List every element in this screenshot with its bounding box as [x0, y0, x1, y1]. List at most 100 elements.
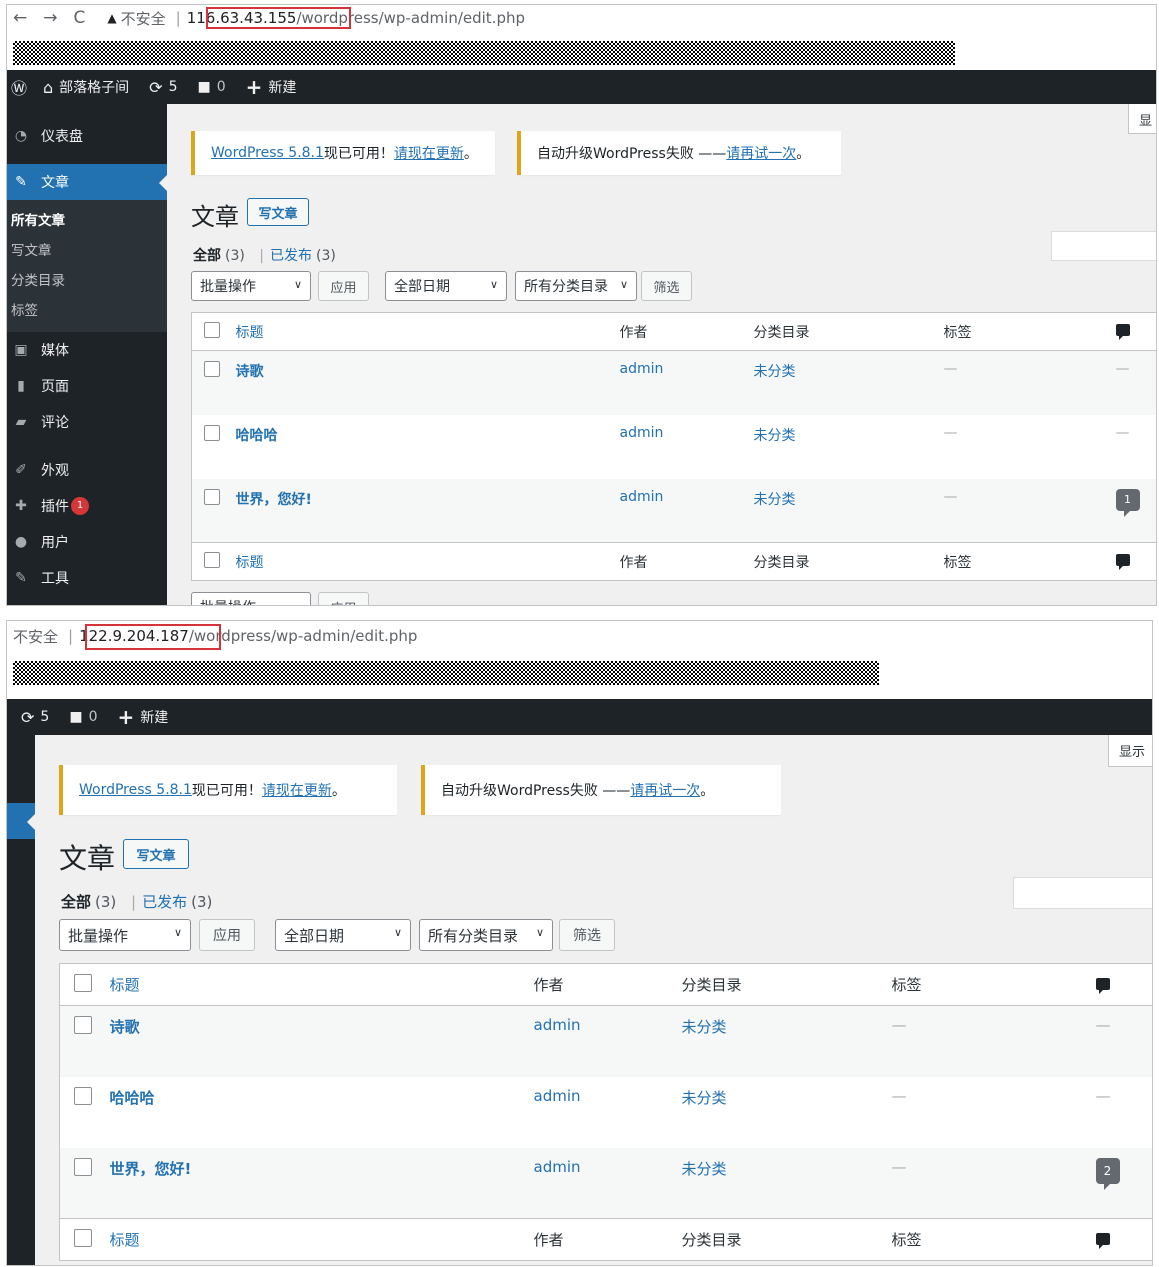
- menu-users[interactable]: ● 用户: [7, 524, 167, 560]
- menu-comments[interactable]: ▰ 评论: [7, 404, 167, 440]
- main-content: 显示 WordPress 5.8.1 现已可用！ 请现在更新 。 自动升级Wor…: [35, 735, 1152, 1265]
- comments-link[interactable]: ■ 0: [198, 79, 226, 95]
- wordpress-logo-icon[interactable]: Ⓦ: [11, 75, 27, 99]
- menu-dashboard[interactable]: ◔ 仪表盘: [7, 118, 167, 154]
- col-title-footer[interactable]: 标题: [110, 1231, 140, 1249]
- add-new-post-button[interactable]: 写文章: [247, 198, 309, 226]
- apply-button[interactable]: 应用: [318, 271, 369, 301]
- menu-posts[interactable]: ✎ 文章: [7, 164, 167, 200]
- post-title-link[interactable]: 诗歌: [236, 364, 264, 380]
- new-content-link[interactable]: + 新建: [117, 705, 168, 729]
- security-indicator[interactable]: ▲ 不安全 |: [107, 8, 186, 29]
- col-tags: 标签: [891, 976, 922, 994]
- retry-link[interactable]: 请再试一次: [726, 143, 796, 163]
- category-filter-select[interactable]: 所有分类目录 ∨: [419, 919, 553, 951]
- row-checkbox[interactable]: [204, 488, 220, 505]
- apply-button[interactable]: 应用: [199, 919, 255, 951]
- add-new-post-button[interactable]: 写文章: [123, 839, 189, 869]
- submenu-tags[interactable]: 标签: [7, 296, 167, 326]
- post-title-link[interactable]: 世界，您好!: [110, 1160, 192, 1178]
- comments-link[interactable]: ■ 0: [69, 709, 97, 725]
- filter-button[interactable]: 筛选: [559, 919, 615, 951]
- submenu-categories[interactable]: 分类目录: [7, 266, 167, 296]
- reload-icon[interactable]: C: [74, 8, 86, 28]
- row-checkbox[interactable]: [74, 1086, 92, 1105]
- back-arrow-icon[interactable]: ←: [13, 8, 27, 28]
- menu-media[interactable]: ▣ 媒体: [7, 332, 167, 368]
- post-author-link[interactable]: admin: [620, 361, 664, 377]
- search-posts-input[interactable]: [1051, 231, 1156, 261]
- post-category-link[interactable]: 未分类: [754, 492, 796, 508]
- submenu-all-posts[interactable]: 所有文章: [7, 206, 167, 236]
- table-row: 世界，您好! admin 未分类 — 1: [191, 478, 1156, 543]
- menu-plugins[interactable]: ✚ 插件 1: [7, 488, 167, 524]
- menu-appearance[interactable]: ✐ 外观: [7, 452, 167, 488]
- row-checkbox[interactable]: [74, 1157, 92, 1176]
- filter-all[interactable]: 全部: [193, 248, 221, 264]
- post-author-link[interactable]: admin: [534, 1158, 581, 1176]
- col-title-footer[interactable]: 标题: [236, 555, 264, 571]
- post-category-link[interactable]: 未分类: [754, 364, 796, 380]
- new-content-link[interactable]: + 新建: [246, 75, 297, 99]
- post-title-link[interactable]: 哈哈哈: [236, 428, 278, 444]
- comment-bubble-icon: ■: [197, 79, 211, 95]
- updates-link[interactable]: ⟳ 5: [21, 708, 49, 727]
- comment-count-bubble[interactable]: 2: [1095, 1157, 1120, 1190]
- bulk-action-select[interactable]: 批量操作 ∨: [191, 271, 311, 301]
- post-author-link[interactable]: admin: [534, 1087, 581, 1105]
- menu-posts-current[interactable]: [7, 803, 35, 839]
- row-checkbox[interactable]: [204, 361, 220, 377]
- browser-address-bar[interactable]: ← → C ▲ 不安全 | 116.63.43.155 /wordpress/w…: [7, 5, 1156, 31]
- comment-count-bubble[interactable]: 1: [1115, 488, 1140, 517]
- category-filter-select[interactable]: 所有分类目录 ∨: [515, 271, 637, 301]
- screen-options-tab[interactable]: 显示: [1108, 735, 1152, 767]
- filter-button[interactable]: 筛选: [641, 271, 692, 301]
- post-title-link[interactable]: 诗歌: [110, 1018, 140, 1036]
- bulk-action-select-bottom[interactable]: 批量操作: [191, 592, 311, 605]
- filter-all[interactable]: 全部: [61, 893, 91, 911]
- row-checkbox[interactable]: [204, 424, 220, 441]
- select-all-checkbox[interactable]: [74, 973, 92, 992]
- select-all-checkbox-bottom[interactable]: [74, 1228, 92, 1247]
- page-title: 文章: [191, 203, 239, 231]
- screen-options-tab[interactable]: 显: [1128, 104, 1156, 134]
- updates-link[interactable]: ⟳ 5: [149, 78, 177, 97]
- select-all-checkbox-bottom[interactable]: [204, 551, 220, 568]
- site-name-link[interactable]: ⌂ 部落格子间: [43, 77, 129, 97]
- submenu-add-new[interactable]: 写文章: [7, 236, 167, 266]
- new-label: 新建: [268, 80, 297, 96]
- post-category-link[interactable]: 未分类: [682, 1018, 727, 1036]
- post-title-link[interactable]: 哈哈哈: [110, 1089, 155, 1107]
- bulk-action-select[interactable]: 批量操作 ∨: [59, 919, 191, 951]
- post-title-link[interactable]: 世界，您好!: [236, 492, 312, 508]
- browser-address-bar[interactable]: 不安全 | 122.9.204.187 /wordpress/wp-admin/…: [7, 623, 1152, 649]
- security-indicator[interactable]: 不安全 |: [13, 626, 79, 647]
- col-title[interactable]: 标题: [236, 325, 264, 341]
- wp-version-link[interactable]: WordPress 5.8.1: [79, 782, 192, 798]
- update-now-link[interactable]: 请现在更新: [394, 143, 464, 163]
- retry-link[interactable]: 请再试一次: [630, 780, 700, 800]
- date-filter-select[interactable]: 全部日期 ∨: [385, 271, 507, 301]
- search-posts-input[interactable]: [1013, 877, 1152, 909]
- wp-version-link[interactable]: WordPress 5.8.1: [211, 145, 324, 161]
- comment-bubble-icon: ■: [69, 709, 83, 725]
- apply-button-bottom[interactable]: 应用: [318, 592, 369, 605]
- select-all-checkbox[interactable]: [204, 321, 220, 338]
- post-category-link[interactable]: 未分类: [754, 428, 796, 444]
- post-category-link[interactable]: 未分类: [682, 1160, 727, 1178]
- update-now-link[interactable]: 请现在更新: [262, 780, 332, 800]
- post-category-link[interactable]: 未分类: [682, 1089, 727, 1107]
- date-filter-select[interactable]: 全部日期 ∨: [275, 919, 411, 951]
- row-checkbox[interactable]: [74, 1016, 92, 1034]
- col-title[interactable]: 标题: [110, 976, 140, 994]
- post-author-link[interactable]: admin: [534, 1016, 581, 1034]
- posts-submenu: 所有文章 写文章 分类目录 标签: [7, 200, 167, 332]
- menu-tools[interactable]: ✎ 工具: [7, 560, 167, 596]
- forward-arrow-icon[interactable]: →: [43, 8, 57, 28]
- post-author-link[interactable]: admin: [620, 425, 664, 441]
- menu-pages[interactable]: ▮ 页面: [7, 368, 167, 404]
- filter-published[interactable]: 已发布: [270, 248, 312, 264]
- post-author-link[interactable]: admin: [620, 489, 664, 505]
- update-notice-text: 现已可用！: [191, 783, 262, 799]
- filter-published[interactable]: 已发布: [142, 893, 187, 911]
